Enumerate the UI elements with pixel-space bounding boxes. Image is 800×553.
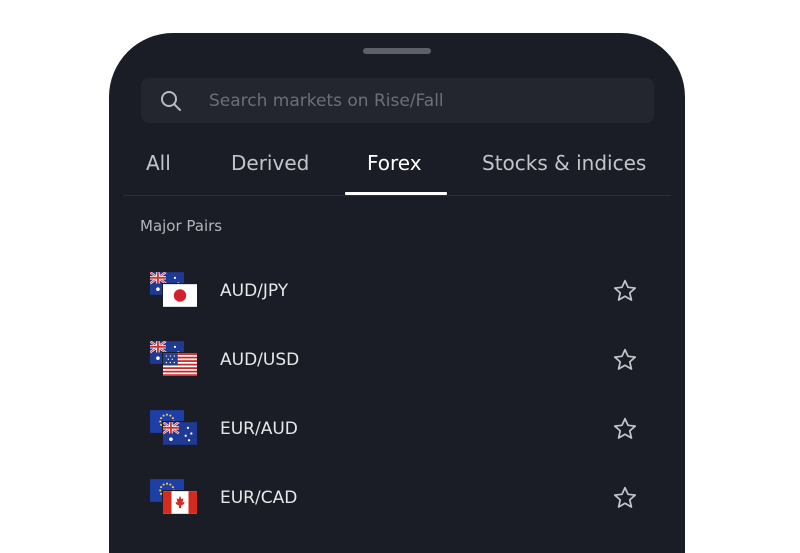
market-row-eur-cad[interactable]: EUR/CAD: [109, 479, 685, 539]
market-label: EUR/AUD: [220, 419, 298, 439]
tabs-divider: [123, 195, 671, 196]
market-label: AUD/USD: [220, 350, 300, 370]
market-row-eur-aud[interactable]: EUR/AUD: [109, 410, 685, 470]
drag-handle[interactable]: [363, 48, 431, 54]
app-panel: All Derived Forex Stocks & indices Major…: [109, 33, 685, 553]
favorite-star-icon[interactable]: [612, 485, 638, 511]
market-label: EUR/CAD: [220, 488, 298, 508]
flag-pair-icon: [150, 272, 198, 310]
aud-flag-icon: [162, 421, 198, 446]
market-row-aud-jpy[interactable]: AUD/JPY: [109, 272, 685, 332]
market-row-aud-usd[interactable]: AUD/USD: [109, 341, 685, 401]
favorite-star-icon[interactable]: [612, 278, 638, 304]
flag-pair-icon: [150, 341, 198, 379]
tab-forex[interactable]: Forex: [367, 151, 422, 175]
jpy-flag-icon: [162, 283, 198, 308]
tab-derived[interactable]: Derived: [231, 151, 309, 175]
favorite-star-icon[interactable]: [612, 347, 638, 373]
market-label: AUD/JPY: [220, 281, 289, 301]
tab-stocks-indices[interactable]: Stocks & indices: [482, 151, 646, 175]
section-title: Major Pairs: [140, 217, 223, 235]
market-tabs: All Derived Forex Stocks & indices: [109, 137, 685, 195]
cad-flag-icon: [162, 490, 198, 515]
usd-flag-icon: [162, 352, 198, 377]
search-input[interactable]: [209, 78, 639, 123]
search-bar[interactable]: [141, 78, 654, 123]
flag-pair-icon: [150, 410, 198, 448]
search-icon: [161, 91, 181, 111]
tab-all[interactable]: All: [146, 151, 171, 175]
favorite-star-icon[interactable]: [612, 416, 638, 442]
flag-pair-icon: [150, 479, 198, 517]
